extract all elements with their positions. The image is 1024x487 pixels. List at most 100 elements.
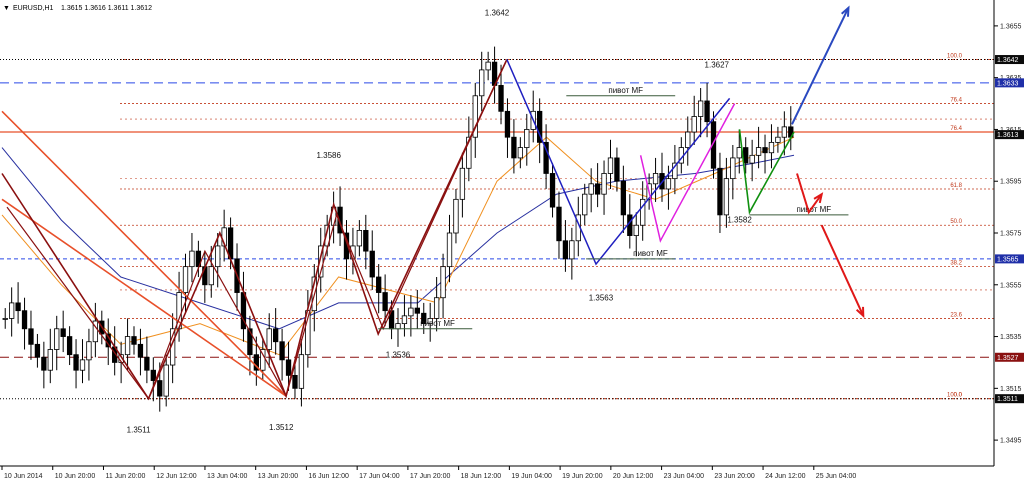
candle-body bbox=[60, 328, 66, 337]
swing-price-label: 1.3511 bbox=[127, 425, 151, 434]
price-box-label: 1.3613 bbox=[997, 132, 1019, 139]
candle-body bbox=[182, 266, 189, 293]
candle-body bbox=[736, 147, 742, 159]
candle-body bbox=[86, 341, 92, 361]
fib-level-label: 38.2 bbox=[950, 261, 962, 267]
time-tick-label: 10 Jun 20:00 bbox=[55, 473, 96, 480]
swing-price-label: 1.3512 bbox=[269, 423, 294, 432]
swing-price-label: 1.3627 bbox=[705, 60, 730, 69]
candle-body bbox=[266, 328, 272, 350]
candle-body bbox=[498, 85, 504, 112]
fib-level-label: 50.0 bbox=[950, 219, 962, 225]
candle-body bbox=[298, 354, 305, 389]
swing-price-label: 1.3563 bbox=[589, 293, 614, 302]
time-tick-label: 10 Jun 2014 bbox=[4, 473, 43, 480]
candle-body bbox=[41, 356, 47, 371]
price-tick-label: 1.3575 bbox=[1000, 231, 1022, 238]
candle-body bbox=[569, 240, 575, 260]
symbol-title: EURUSD,H1 bbox=[13, 5, 54, 12]
time-tick-label: 16 Jun 12:00 bbox=[308, 473, 349, 480]
candle-body bbox=[131, 336, 137, 345]
candle-body bbox=[446, 232, 453, 268]
pivot-label: пивот MF bbox=[608, 86, 643, 95]
candle-body bbox=[215, 245, 221, 268]
time-tick-label: 12 Jun 12:00 bbox=[156, 473, 197, 480]
candle-body bbox=[79, 359, 86, 371]
pivot-label: пивот MF bbox=[420, 319, 455, 328]
candle-body bbox=[124, 336, 131, 356]
time-tick-label: 25 Jun 04:00 bbox=[816, 473, 857, 480]
candle-body bbox=[163, 364, 169, 397]
time-tick-label: 23 Jun 20:00 bbox=[714, 473, 755, 480]
fib-level-label: 23.6 bbox=[950, 312, 962, 318]
candle-body bbox=[704, 100, 710, 123]
time-tick-label: 18 Jun 12:00 bbox=[461, 473, 502, 480]
price-tick-label: 1.3655 bbox=[1000, 23, 1022, 30]
price-chart[interactable]: 100.076.476.461.850.038.223.60.0100.0 пи… bbox=[0, 0, 1024, 482]
fib-level-label: 100.0 bbox=[947, 54, 963, 60]
candle-body bbox=[762, 147, 768, 154]
candle-body bbox=[273, 328, 279, 343]
candle-body bbox=[440, 266, 446, 299]
chart-window[interactable]: 100.0 76.4 76.4 61.8 50.0 38.2 23.6 0.0 100.0 пи… bbox=[0, 0, 1024, 482]
fib-level-label: 76.4 bbox=[950, 98, 962, 104]
candle-body bbox=[524, 129, 530, 148]
candle-body bbox=[28, 328, 34, 345]
candle-body bbox=[511, 136, 517, 159]
swing-price-label: 1.3586 bbox=[316, 151, 341, 160]
candle-body bbox=[730, 157, 736, 180]
candle-body bbox=[363, 230, 369, 252]
candle-body bbox=[189, 250, 195, 268]
candle-body bbox=[66, 336, 73, 356]
time-tick-label: 23 Jun 04:00 bbox=[664, 473, 705, 480]
candle-body bbox=[485, 61, 491, 71]
dropdown-arrow-icon[interactable]: ▼ bbox=[3, 5, 10, 12]
candle-body bbox=[614, 157, 620, 182]
candle-body bbox=[292, 374, 298, 389]
price-tick-label: 1.3595 bbox=[1000, 179, 1022, 186]
candle-body bbox=[137, 343, 144, 358]
candle-body bbox=[768, 141, 775, 154]
price-box-label: 1.3565 bbox=[997, 256, 1019, 263]
price-tick-label: 1.3515 bbox=[1000, 386, 1022, 393]
candle-body bbox=[685, 131, 691, 148]
candle-body bbox=[9, 302, 15, 319]
candle-body bbox=[562, 240, 569, 260]
candle-body bbox=[279, 341, 285, 361]
candle-body bbox=[504, 110, 511, 138]
time-tick-label: 13 Jun 20:00 bbox=[258, 473, 299, 480]
candle-body bbox=[781, 126, 787, 138]
candle-body bbox=[556, 206, 562, 242]
candle-body bbox=[21, 310, 28, 330]
candle-body bbox=[459, 167, 466, 200]
candle-body bbox=[34, 343, 41, 358]
swing-price-label: 1.3536 bbox=[386, 350, 411, 359]
candle-body bbox=[73, 354, 79, 371]
candle-body bbox=[285, 359, 292, 376]
candle-body bbox=[775, 136, 781, 143]
candle-body bbox=[665, 178, 672, 190]
time-tick-label: 19 Jun 04:00 bbox=[511, 473, 552, 480]
candle-body bbox=[479, 69, 485, 97]
candle-body bbox=[652, 173, 659, 185]
candle-body bbox=[157, 380, 163, 397]
candle-body bbox=[47, 349, 53, 371]
time-tick-label: 19 Jun 20:00 bbox=[562, 473, 603, 480]
candle-body bbox=[401, 315, 408, 325]
time-tick-label: 24 Jun 12:00 bbox=[765, 473, 806, 480]
candle-body bbox=[453, 198, 459, 234]
price-box-label: 1.3633 bbox=[997, 80, 1019, 87]
candle-body bbox=[433, 297, 440, 319]
candle-body bbox=[395, 323, 401, 330]
candle-body bbox=[607, 157, 614, 174]
time-tick-label: 17 Jun 04:00 bbox=[359, 473, 400, 480]
pivot-label: пивот MF bbox=[633, 249, 668, 258]
price-tick-label: 1.3555 bbox=[1000, 282, 1022, 289]
candle-body bbox=[723, 178, 730, 216]
time-tick-label: 13 Jun 04:00 bbox=[207, 473, 248, 480]
fib-level-label: 61.8 bbox=[950, 183, 962, 189]
candle-body bbox=[594, 183, 601, 195]
candle-body bbox=[755, 147, 762, 156]
candle-body bbox=[414, 307, 420, 314]
candle-body bbox=[549, 173, 556, 208]
